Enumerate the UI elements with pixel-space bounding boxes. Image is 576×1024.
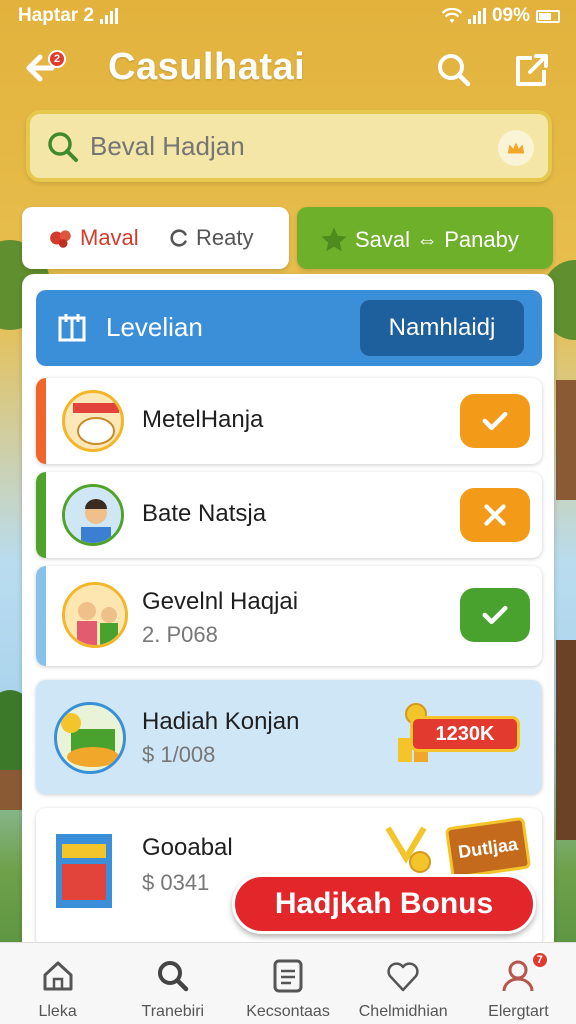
search-bar xyxy=(26,110,552,182)
row-subtitle: $ 1/008 xyxy=(142,742,216,767)
refresh-icon xyxy=(170,229,187,247)
reward-sign: Dutljaa xyxy=(444,816,532,880)
treasure-icon xyxy=(61,713,119,767)
row-title: Gooabal xyxy=(142,834,233,861)
check-button[interactable] xyxy=(460,394,530,448)
tab-label: Saval ⇔ Panaby xyxy=(355,227,519,252)
close-button[interactable] xyxy=(460,488,530,542)
list-item[interactable]: Gevelnl Haqjai 2. P068 xyxy=(36,566,542,666)
row-title: Hadiah Konjan xyxy=(142,708,300,735)
signal-icon xyxy=(100,8,119,24)
heart-icon xyxy=(387,962,419,992)
row-title: MetelHanja xyxy=(142,406,264,433)
close-icon xyxy=(484,504,506,526)
level-bar: Levelian Namhlaidj xyxy=(36,290,542,366)
status-carrier-text: Haptar 2 xyxy=(18,5,95,26)
person-icon xyxy=(65,487,121,543)
avatar xyxy=(62,484,124,546)
list-item[interactable]: Bate Natsja xyxy=(36,472,542,558)
page-title: Casulhatai xyxy=(108,46,306,88)
avatar xyxy=(54,702,126,774)
bottom-nav: Lleka Tranebiri Kecsontaas Chelmidhian 7… xyxy=(0,942,576,1024)
nav-item-profile[interactable]: 7 Elergtart xyxy=(461,943,576,1024)
tab-label: Reaty xyxy=(196,225,254,250)
list-item[interactable]: Hadiah Konjan $ 1/008 1230K xyxy=(36,680,542,794)
filter-button[interactable] xyxy=(498,130,534,166)
tab-maval[interactable]: Maval xyxy=(48,225,139,251)
nav-label: Tranebiri xyxy=(141,1003,205,1020)
app-header: 2 Casulhatai xyxy=(0,40,576,100)
search-icon[interactable] xyxy=(434,50,474,90)
bonus-button[interactable]: Hadjkah Bonus xyxy=(232,874,536,934)
row-subtitle: $ 0341 xyxy=(142,870,210,895)
nav-item-favorites[interactable]: Chelmidhian xyxy=(346,943,461,1024)
tab-right-content: Saval ⇔ Panaby xyxy=(319,225,519,255)
status-bar: Haptar 2 09% xyxy=(0,0,576,34)
nav-label: Elergtart xyxy=(488,1003,549,1020)
book-cover-icon xyxy=(56,834,112,908)
tab-saval-panaby[interactable]: Saval ⇔ Panaby xyxy=(297,207,553,269)
check-icon xyxy=(482,605,508,625)
row-stripe xyxy=(36,566,46,666)
book-icon xyxy=(58,314,86,342)
search-icon xyxy=(48,132,78,162)
search-input[interactable] xyxy=(90,126,510,166)
nav-item-list[interactable]: Kecsontaas xyxy=(230,943,345,1024)
notification-badge: 2 xyxy=(48,50,66,68)
check-icon xyxy=(482,411,508,431)
row-subtitle: 2. P068 xyxy=(142,622,218,647)
avatar xyxy=(62,390,124,452)
check-button[interactable] xyxy=(460,588,530,642)
main-card: Levelian Namhlaidj MetelHanja Bate Natsj… xyxy=(22,274,554,954)
nav-label: Kecsontaas xyxy=(246,1003,330,1020)
crown-icon xyxy=(507,142,525,154)
nav-label: Lleka xyxy=(38,1003,77,1020)
battery-icon xyxy=(536,9,560,23)
battery-percent: 09% xyxy=(491,5,530,26)
list-item[interactable]: MetelHanja xyxy=(36,378,542,464)
signal-icon-right xyxy=(467,8,486,24)
level-button[interactable]: Namhlaidj xyxy=(360,300,524,356)
nav-item-home[interactable]: Lleka xyxy=(0,943,115,1024)
back-button[interactable]: 2 xyxy=(22,48,70,92)
notification-badge: 7 xyxy=(530,951,549,969)
tab-label: Maval xyxy=(80,225,139,250)
share-icon[interactable] xyxy=(512,50,552,90)
rice-bowl-icon xyxy=(73,403,119,445)
row-stripe xyxy=(36,472,46,558)
level-label: Levelian xyxy=(106,312,203,342)
list-icon xyxy=(273,959,303,993)
family-icon xyxy=(65,585,125,645)
tab-reaty[interactable]: Reaty xyxy=(168,225,253,251)
nav-label: Chelmidhian xyxy=(358,1003,448,1020)
wifi-icon xyxy=(441,8,462,23)
row-stripe xyxy=(36,378,46,464)
home-icon xyxy=(43,961,73,991)
search-icon xyxy=(157,961,189,992)
bonus-badge: 1230K xyxy=(410,716,520,752)
star-icon xyxy=(321,227,347,252)
row-title: Bate Natsja xyxy=(142,500,267,527)
avatar xyxy=(62,582,128,648)
gift-icon xyxy=(50,230,71,248)
row-title: Gevelnl Haqjai xyxy=(142,588,299,615)
tab-group-left: Maval Reaty xyxy=(22,207,289,269)
trophy-icon xyxy=(385,826,431,873)
nav-item-search[interactable]: Tranebiri xyxy=(115,943,230,1024)
